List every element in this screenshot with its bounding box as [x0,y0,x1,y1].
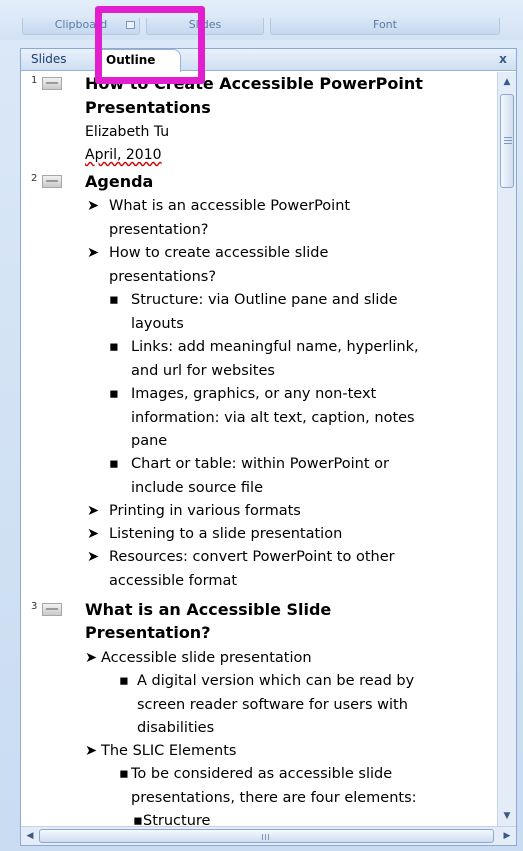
grip-line [504,140,512,141]
bullet-line: Structure: via Outline pane and slide [131,292,398,308]
outline-content[interactable]: 1 How to Create Accessible PowerPoint Pr… [21,72,496,826]
ribbon-group-label: Font [373,18,397,31]
bullet-line: What is an accessible PowerPoint [109,198,351,214]
outline-sub-sub-bullet[interactable]: ▪ Structure [133,810,433,826]
arrow-bullet-icon: ➤ [87,245,100,261]
arrow-bullet-icon: ➤ [85,743,98,759]
bullet-line: layouts [131,315,184,332]
grip-line [265,834,266,840]
square-bullet-icon: ▪ [119,673,129,689]
square-bullet-icon: ▪ [119,766,129,782]
slide-number: 2 [31,173,38,184]
outline-bullet[interactable]: ➤ The SLIC Elements [85,740,485,764]
annotation-highlight-box [95,6,205,84]
bullet-line: How to create accessible slide [109,245,329,261]
subtitle-text: Elizabeth Tu [85,124,170,140]
square-bullet-icon: ▪ [109,292,119,308]
outline-sub-bullet[interactable]: ▪ Images, graphics, or any non-text info… [109,383,494,454]
ribbon-group-font[interactable]: Font [270,18,500,35]
outline-sub-bullet[interactable]: ▪ Chart or table: within PowerPoint or i… [109,453,494,501]
arrow-bullet-icon: ➤ [87,198,100,214]
slide-number: 1 [31,75,38,86]
powerpoint-window: Clipboard Slides Font Slides Outline x 1… [0,0,523,851]
outline-bullet[interactable]: ➤ How to create accessible slide present… [87,242,487,290]
bullet-line: presentation? [109,221,209,238]
outline-bullet[interactable]: ➤ Resources: convert PowerPoint to other… [87,546,487,594]
slide-icon[interactable] [42,77,62,90]
square-bullet-icon: ▪ [133,813,143,826]
close-pane-button[interactable]: x [496,51,510,67]
grip-line [262,834,263,840]
scroll-right-icon[interactable]: ▶ [499,828,515,844]
bullet-line: Listening to a slide presentation [109,526,343,542]
slide-icon[interactable] [42,603,62,616]
square-bullet-icon: ▪ [109,456,119,472]
bullet-line: information: via alt text, caption, note… [131,409,415,426]
outline-bullet[interactable]: ➤ Printing in various formats [87,500,487,524]
square-bullet-icon: ▪ [109,339,119,355]
bullet-line: presentations? [109,268,217,285]
bullet-line: presentations, there are four elements: [131,789,417,806]
bullet-line: Images, graphics, or any non-text [131,386,377,402]
grip-line [268,834,269,840]
scroll-left-icon[interactable]: ◀ [22,828,38,844]
bullet-line: Structure [143,813,211,826]
bullet-line: A digital version which can be read by [137,673,415,689]
horizontal-scrollbar[interactable]: ◀ ▶ [21,826,516,845]
subtitle-line[interactable]: Elizabeth Tu [85,121,169,143]
bullet-line: Links: add meaningful name, hyperlink, [131,339,419,355]
outline-bullet[interactable]: ➤ Listening to a slide presentation [87,523,487,547]
outline-bullet[interactable]: ➤ Accessible slide presentation [85,647,485,671]
arrow-bullet-icon: ➤ [87,503,100,519]
arrow-bullet-icon: ➤ [87,549,100,565]
square-bullet-icon: ▪ [109,386,119,402]
arrow-bullet-icon: ➤ [87,526,100,542]
arrow-bullet-icon: ➤ [85,650,98,666]
ribbon: Clipboard Slides Font [0,0,523,40]
grip-line [504,137,512,138]
bullet-line: disabilities [137,720,215,736]
slide-title-line[interactable]: Presentations [85,97,211,119]
bullet-line: Resources: convert PowerPoint to other [109,549,395,565]
bullet-line: include source file [131,479,263,496]
bullet-line: Chart or table: within PowerPoint or [131,456,389,472]
tab-slides[interactable]: Slides [23,49,91,71]
bullet-line: and url for websites [131,362,275,379]
bullet-line: The SLIC Elements [101,743,237,759]
bullet-line: To be considered as accessible slide [131,766,393,782]
bullet-line: screen reader software for users with [137,696,408,713]
outline-sub-bullet[interactable]: ▪ A digital version which can be read by… [119,670,494,741]
outline-sub-bullet[interactable]: ▪ Structure: via Outline pane and slide … [109,289,494,337]
bullet-line: Accessible slide presentation [101,650,312,666]
vertical-scroll-thumb[interactable] [500,94,514,188]
bullet-line: Printing in various formats [109,503,301,519]
vertical-scrollbar[interactable]: ▲ ▼ [497,72,516,826]
bullet-line: accessible format [109,572,238,589]
outline-sub-bullet[interactable]: ▪ Links: add meaningful name, hyperlink,… [109,336,494,384]
slide-title-line[interactable]: Presentation? [85,622,210,644]
subtitle-line[interactable]: April, 2010 [85,144,162,166]
scroll-down-icon[interactable]: ▼ [499,808,515,824]
slide-title-line[interactable]: Agenda [85,171,153,193]
scroll-up-icon[interactable]: ▲ [499,74,515,90]
subtitle-text: April, 2010 [85,147,162,163]
slide-number: 3 [31,601,38,612]
bullet-line: pane [131,433,168,449]
outline-sub-bullet[interactable]: ▪ To be considered as accessible slide p… [119,763,494,811]
outline-bullet[interactable]: ➤ What is an accessible PowerPoint prese… [87,195,487,243]
grip-line [504,143,512,144]
slide-title-line[interactable]: What is an Accessible Slide [85,599,331,621]
slides-outline-pane: Slides Outline x 1 How to Create Accessi… [20,48,517,846]
horizontal-scroll-thumb[interactable] [39,829,494,843]
slide-icon[interactable] [42,175,62,188]
